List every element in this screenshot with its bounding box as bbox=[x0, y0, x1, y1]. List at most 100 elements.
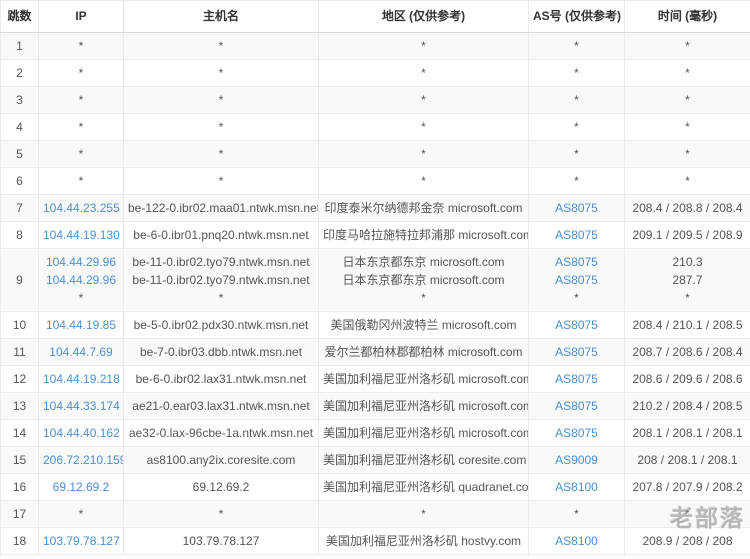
time-value: * bbox=[629, 118, 746, 136]
table-header-row: 跳数IP主机名地区 (仅供参考)AS号 (仅供参考)时间 (毫秒) bbox=[1, 1, 750, 33]
as-cell: AS8075 AS8075 * bbox=[529, 249, 625, 312]
ip-cell: * bbox=[39, 501, 124, 528]
time-value: * bbox=[629, 172, 746, 190]
traceroute-table: 跳数IP主机名地区 (仅供参考)AS号 (仅供参考)时间 (毫秒) 1*****… bbox=[0, 0, 750, 555]
ip-link[interactable]: 69.12.69.2 bbox=[53, 480, 110, 494]
ip-link[interactable]: 104.44.23.255 bbox=[43, 201, 120, 215]
ip-link[interactable]: 104.44.33.174 bbox=[43, 399, 120, 413]
region-cell: * bbox=[319, 168, 529, 195]
region-cell: * bbox=[319, 114, 529, 141]
time-cell: * bbox=[625, 501, 750, 528]
as-number-link[interactable]: AS8075 bbox=[555, 273, 598, 287]
region-cell: * bbox=[319, 33, 529, 60]
region-value: * bbox=[323, 118, 524, 136]
time-value: * bbox=[629, 64, 746, 82]
time-cell: 208.6 / 209.6 / 208.6 bbox=[625, 366, 750, 393]
host-cell: 69.12.69.2 bbox=[124, 474, 319, 501]
as-number-link[interactable]: AS8100 bbox=[555, 480, 598, 494]
hop-value: 2 bbox=[5, 64, 34, 82]
as-number-link[interactable]: AS8075 bbox=[555, 201, 598, 215]
hop-cell: 18 bbox=[1, 528, 39, 555]
as-cell: AS9009 bbox=[529, 447, 625, 474]
as-value: * bbox=[533, 37, 620, 55]
hop-value: 14 bbox=[5, 424, 34, 442]
host-value: ae32-0.lax-96cbe-1a.ntwk.msn.net bbox=[128, 424, 314, 442]
time-cell: 210.2 / 208.4 / 208.5 bbox=[625, 393, 750, 420]
ip-link[interactable]: 103.79.78.127 bbox=[43, 534, 120, 548]
ip-link[interactable]: 104.44.7.69 bbox=[49, 345, 112, 359]
ip-link[interactable]: 104.44.29.96 bbox=[46, 255, 116, 269]
host-value: 69.12.69.2 bbox=[128, 478, 314, 496]
hop-value: 7 bbox=[5, 199, 34, 217]
host-cell: * bbox=[124, 141, 319, 168]
ip-cell: 104.44.23.255 bbox=[39, 195, 124, 222]
table-row-hop-8: 8104.44.19.130be-6-0.ibr01.pnq20.ntwk.ms… bbox=[1, 222, 750, 249]
ip-cell: 104.44.19.85 bbox=[39, 312, 124, 339]
table-row-hop-7: 7104.44.23.255be-122-0.ibr02.maa01.ntwk.… bbox=[1, 195, 750, 222]
hop-value: 15 bbox=[5, 451, 34, 469]
as-number-link[interactable]: AS8100 bbox=[555, 534, 598, 548]
ip-cell: 104.44.29.96104.44.29.96* bbox=[39, 249, 124, 312]
hop-value: 13 bbox=[5, 397, 34, 415]
as-number-link[interactable]: AS8075 bbox=[555, 399, 598, 413]
as-cell: * bbox=[529, 33, 625, 60]
as-cell: AS8075 bbox=[529, 312, 625, 339]
time-cell: * bbox=[625, 114, 750, 141]
table-row-hop-13: 13104.44.33.174ae21-0.ear03.lax31.ntwk.m… bbox=[1, 393, 750, 420]
as-number-link[interactable]: AS8075 bbox=[555, 318, 598, 332]
host-cell: be-6-0.ibr01.pnq20.ntwk.msn.net bbox=[124, 222, 319, 249]
as-number-link[interactable]: AS8075 bbox=[555, 372, 598, 386]
ip-link[interactable]: 104.44.40.162 bbox=[43, 426, 120, 440]
time-cell: 208.4 / 210.1 / 208.5 bbox=[625, 312, 750, 339]
column-header-ip: IP bbox=[39, 1, 124, 33]
hop-value: 11 bbox=[5, 343, 34, 361]
time-cell: * bbox=[625, 168, 750, 195]
table-header: 跳数IP主机名地区 (仅供参考)AS号 (仅供参考)时间 (毫秒) bbox=[1, 1, 750, 33]
hop-cell: 6 bbox=[1, 168, 39, 195]
hop-cell: 17 bbox=[1, 501, 39, 528]
ip-link[interactable]: 104.44.19.218 bbox=[43, 372, 120, 386]
region-cell: 美国加利福尼亚州洛杉矶 quadranet.com bbox=[319, 474, 529, 501]
time-cell: 208.7 / 208.6 / 208.4 bbox=[625, 339, 750, 366]
region-value: 日本东京都东京 microsoft.com bbox=[323, 271, 524, 289]
table-row-hop-15: 15206.72.210.159as8100.any2ix.coresite.c… bbox=[1, 447, 750, 474]
time-cell: * bbox=[625, 141, 750, 168]
region-cell: 美国加利福尼亚州洛杉矶 microsoft.com bbox=[319, 393, 529, 420]
time-cell: 209.1 / 209.5 / 208.9 bbox=[625, 222, 750, 249]
ip-cell: * bbox=[39, 87, 124, 114]
time-value: * bbox=[629, 37, 746, 55]
ip-value: * bbox=[43, 172, 119, 190]
as-number-link[interactable]: AS8075 bbox=[555, 255, 598, 269]
hop-value: 5 bbox=[5, 145, 34, 163]
host-cell: be-5-0.ibr02.pdx30.ntwk.msn.net bbox=[124, 312, 319, 339]
region-value: 印度马哈拉施特拉邦浦那 microsoft.com bbox=[323, 226, 524, 244]
as-number-link[interactable]: AS9009 bbox=[555, 453, 598, 467]
as-number-link[interactable]: AS8075 bbox=[555, 426, 598, 440]
region-cell: 美国俄勒冈州波特兰 microsoft.com bbox=[319, 312, 529, 339]
as-cell: AS8100 bbox=[529, 474, 625, 501]
time-value: 208 / 208.1 / 208.1 bbox=[629, 451, 746, 469]
ip-cell: 104.44.19.218 bbox=[39, 366, 124, 393]
ip-link[interactable]: 104.44.19.130 bbox=[43, 228, 120, 242]
ip-link[interactable]: 104.44.19.85 bbox=[46, 318, 116, 332]
hop-value: 12 bbox=[5, 370, 34, 388]
region-cell: * bbox=[319, 60, 529, 87]
hop-value: 17 bbox=[5, 505, 34, 523]
ip-cell: * bbox=[39, 33, 124, 60]
as-value: * bbox=[533, 145, 620, 163]
as-number-link[interactable]: AS8075 bbox=[555, 228, 598, 242]
as-number-link[interactable]: AS8075 bbox=[555, 345, 598, 359]
hop-cell: 13 bbox=[1, 393, 39, 420]
region-value: 美国俄勒冈州波特兰 microsoft.com bbox=[323, 316, 524, 334]
time-value: * bbox=[629, 91, 746, 109]
as-cell: * bbox=[529, 501, 625, 528]
ip-cell: * bbox=[39, 168, 124, 195]
region-cell: 美国加利福尼亚州洛杉矶 microsoft.com bbox=[319, 420, 529, 447]
table-row-hop-4: 4***** bbox=[1, 114, 750, 141]
host-cell: * bbox=[124, 501, 319, 528]
ip-link[interactable]: 206.72.210.159 bbox=[43, 453, 124, 467]
host-value: * bbox=[128, 505, 314, 523]
as-cell: AS8075 bbox=[529, 195, 625, 222]
ip-link[interactable]: 104.44.29.96 bbox=[46, 273, 116, 287]
as-value: * bbox=[533, 289, 620, 307]
